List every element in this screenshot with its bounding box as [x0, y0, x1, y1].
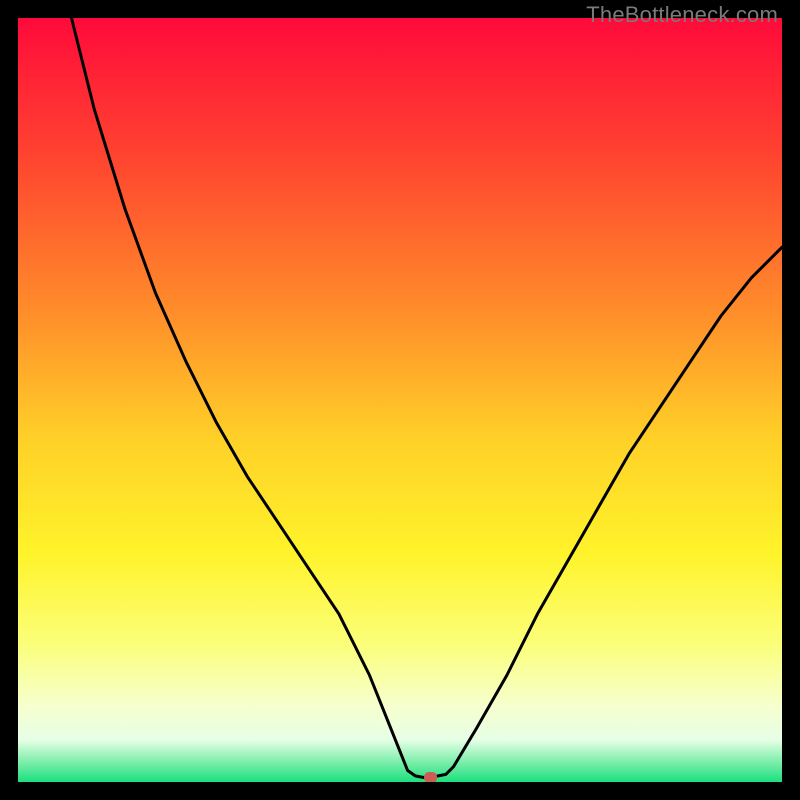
- watermark-text: TheBottleneck.com: [586, 2, 778, 28]
- chart-frame: [18, 18, 782, 782]
- chart-svg: [18, 18, 782, 782]
- optimal-point-marker: [424, 772, 437, 782]
- chart-background: [18, 18, 782, 782]
